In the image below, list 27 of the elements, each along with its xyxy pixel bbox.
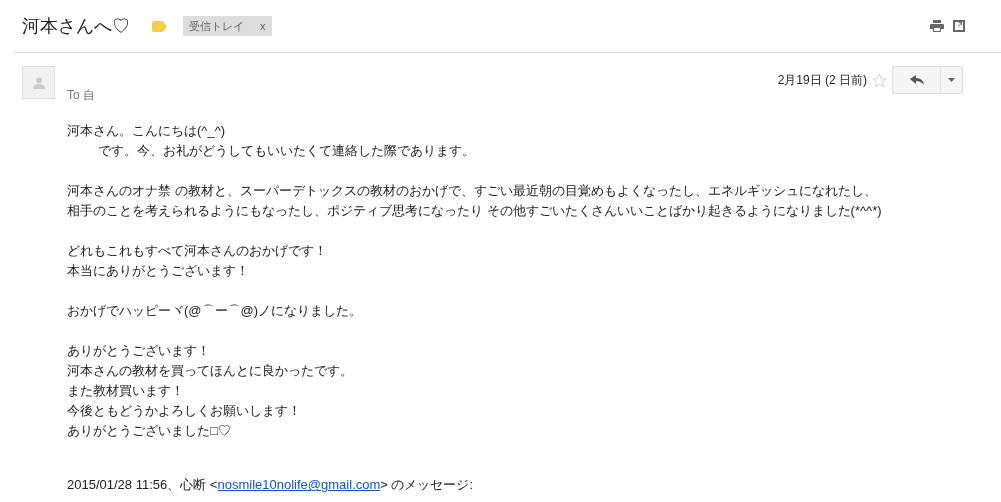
message-line: ありがとうございました□♡ (67, 422, 231, 440)
remove-label-button[interactable]: x (260, 17, 266, 35)
more-button[interactable] (941, 66, 963, 94)
message-line: どれもこれもすべて河本さんのおかげです！ (67, 242, 327, 260)
message-line: ありがとうございます！ (67, 342, 210, 360)
email-subject: 河本さんへ♡ (22, 14, 130, 38)
reply-icon (909, 75, 924, 85)
print-icon[interactable] (930, 20, 944, 32)
label-chip-text[interactable]: 受信トレイ (189, 17, 244, 35)
message-line: また教材買います！ (67, 382, 184, 400)
star-icon[interactable] (872, 72, 887, 88)
quote-header: 2015/01/28 11:56、心断 <nosmile10nolife@gmail.com> のメッセージ: (67, 477, 474, 492)
message-line: 河本さん。こんにちは(^_^) (67, 122, 226, 140)
reply-button[interactable] (892, 66, 941, 94)
person-icon (32, 76, 45, 89)
message-line: おかげでハッピーヾ(@⌒ー⌒@)ノになりました。 (67, 302, 363, 320)
caret-icon (948, 78, 955, 82)
message-date: 2月19日 (2 日前) (777, 72, 867, 89)
message-line: です。今、お礼がどうしてもいいたくて連絡した際であります。 (97, 142, 475, 160)
message-line: 相手のことを考えられるようにもなったし、ポジティブ思考になったり その他すごいたくさんいいことばかり起きるようになりました(*^^*) (67, 202, 882, 220)
message-line: 今後ともどうかよろしくお願いします！ (67, 402, 301, 420)
message-line: 河本さんの教材を買ってほんとに良かったです。 (67, 362, 353, 380)
new-window-icon[interactable] (953, 20, 965, 32)
recipient-text: To 自 (67, 88, 95, 102)
email-link[interactable]: nosmile10nolife@gmail.com (217, 477, 381, 492)
message-line: 本当にありがとうございます！ (67, 262, 249, 280)
message-line: 河本さんのオナ禁 の教材と、スーパーデトックスの教材のおかげで、すごい最近朝の目覚めもよくなったし、エネルギッシュになれたし、 (67, 182, 877, 200)
